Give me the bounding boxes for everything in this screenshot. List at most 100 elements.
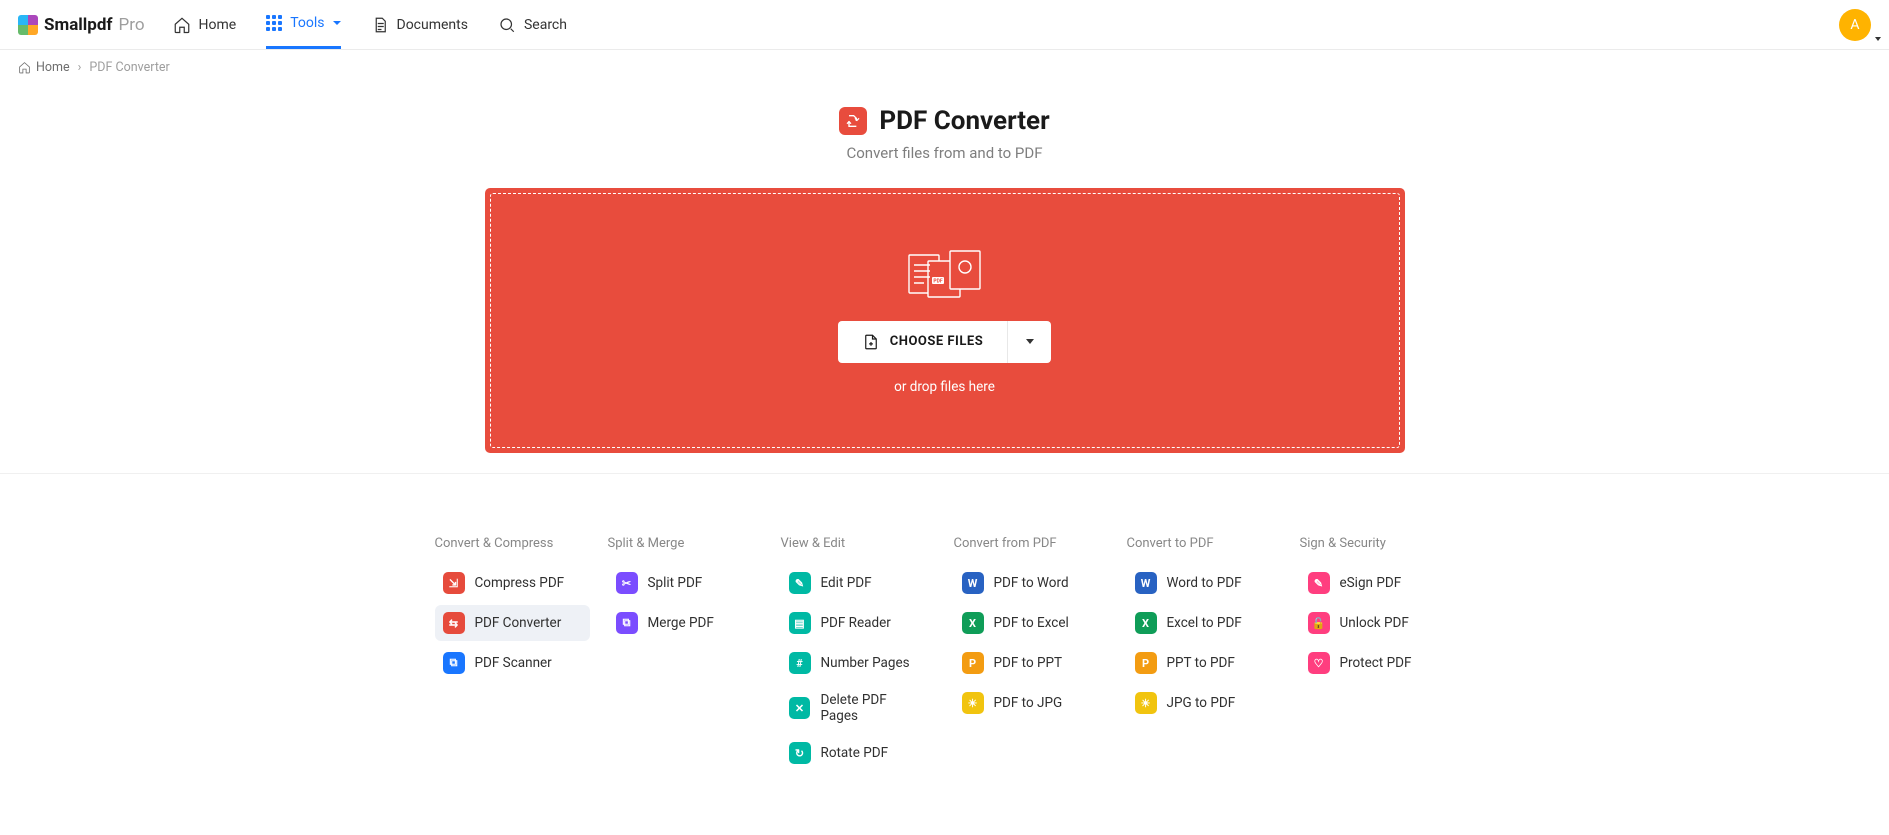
tool-item-label: JPG to PDF: [1167, 695, 1236, 711]
nav-home-label: Home: [199, 17, 237, 33]
dropzone-illustration-icon: PDF: [906, 247, 984, 303]
tool-tile-icon: X: [962, 612, 984, 634]
tool-item-label: Merge PDF: [648, 615, 714, 631]
tool-column: Sign & Security ✎ eSign PDF 🔓Unlock PDF ♡ Pro…: [1300, 536, 1455, 775]
page-subtitle: Convert files from and to PDF: [846, 144, 1042, 162]
breadcrumb-home[interactable]: Home: [18, 60, 70, 75]
nav-tools-label: Tools: [290, 15, 324, 31]
nav-home[interactable]: Home: [173, 0, 237, 49]
tool-item[interactable]: ↻Rotate PDF: [781, 735, 936, 771]
tool-item-label: PDF to Word: [994, 575, 1069, 591]
avatar-initial: A: [1850, 17, 1859, 33]
top-nav: Smallpdf Pro Home Tools Documents Search…: [0, 0, 1889, 50]
tool-item[interactable]: ✕ Delete PDF Pages: [781, 685, 936, 731]
home-icon: [18, 61, 31, 74]
choose-files-group: CHOOSE FILES: [838, 321, 1051, 363]
tool-column-title: Convert from PDF: [954, 536, 1109, 551]
tool-tile-icon: ✎: [1308, 572, 1330, 594]
tool-item[interactable]: ☀ JPG to PDF: [1127, 685, 1282, 721]
tool-column: View & Edit ✎ Edit PDF ▤PDF Reader #Number P…: [781, 536, 936, 775]
tool-column-title: Convert to PDF: [1127, 536, 1282, 551]
tool-item[interactable]: ⧉PDF Scanner: [435, 645, 590, 681]
breadcrumb-current: PDF Converter: [89, 60, 169, 75]
tool-column: Convert & Compress ⇲ Compress PDF ⇆ PDF Conv…: [435, 536, 590, 775]
tool-tile-icon: X: [1135, 612, 1157, 634]
tool-item[interactable]: WWord to PDF: [1127, 565, 1282, 601]
logo-mark-icon: [18, 15, 38, 35]
tool-tile-icon: ↻: [789, 742, 811, 764]
tool-item-label: Edit PDF: [821, 575, 872, 591]
tool-tile-icon: ⧉: [616, 612, 638, 634]
account-avatar[interactable]: A: [1839, 9, 1871, 41]
tool-item[interactable]: 🔓Unlock PDF: [1300, 605, 1455, 641]
hero: PDF Converter Convert files from and to …: [0, 106, 1889, 453]
tool-item[interactable]: PPDF to PPT: [954, 645, 1109, 681]
tool-tile-icon: ✕: [789, 697, 811, 719]
tool-item[interactable]: ▤PDF Reader: [781, 605, 936, 641]
nav-documents-label: Documents: [397, 17, 468, 33]
page-title: PDF Converter: [879, 106, 1049, 136]
tool-tile-icon: W: [962, 572, 984, 594]
nav-tools[interactable]: Tools: [266, 0, 340, 49]
tool-tile-icon: ♡: [1308, 652, 1330, 674]
dropzone-hint: or drop files here: [894, 379, 995, 395]
nav-search[interactable]: Search: [498, 0, 567, 49]
tool-tile-icon: P: [1135, 652, 1157, 674]
tool-item-label: PDF Scanner: [475, 655, 552, 671]
documents-icon: [371, 16, 389, 34]
tool-item-label: PDF Converter: [475, 615, 562, 631]
tool-item[interactable]: ♡ Protect PDF: [1300, 645, 1455, 681]
tool-tile-icon: ✎: [789, 572, 811, 594]
svg-text:PDF: PDF: [933, 278, 942, 284]
tool-item[interactable]: W PDF to Word: [954, 565, 1109, 601]
tool-column-title: Convert & Compress: [435, 536, 590, 551]
file-add-icon: [862, 333, 880, 351]
tool-column-title: Sign & Security: [1300, 536, 1455, 551]
tool-tile-icon: ⇲: [443, 572, 465, 594]
tool-item-label: PPT to PDF: [1167, 655, 1235, 671]
tool-tile-icon: ✂: [616, 572, 638, 594]
breadcrumb: Home › PDF Converter: [0, 50, 1889, 86]
breadcrumb-separator: ›: [78, 60, 82, 75]
tool-tile-icon: 🔓: [1308, 612, 1330, 634]
tools-grid: Convert & Compress ⇲ Compress PDF ⇆ PDF Conv…: [435, 536, 1455, 775]
tool-item[interactable]: XPDF to Excel: [954, 605, 1109, 641]
tool-column-title: Split & Merge: [608, 536, 763, 551]
plan-badge: Pro: [119, 15, 145, 35]
dropzone-inner[interactable]: PDF CHOOSE FILES or drop files here: [490, 193, 1400, 448]
tool-item-label: Delete PDF Pages: [820, 692, 927, 724]
tool-item[interactable]: ⇲ Compress PDF: [435, 565, 590, 601]
tool-tile-icon: ☀: [1135, 692, 1157, 714]
tool-item[interactable]: ⇆ PDF Converter: [435, 605, 590, 641]
tool-tile-icon: W: [1135, 572, 1157, 594]
tool-item[interactable]: ☀PDF to JPG: [954, 685, 1109, 721]
choose-files-dropdown[interactable]: [1007, 321, 1051, 363]
tool-item-label: eSign PDF: [1340, 575, 1402, 591]
tool-item[interactable]: ✂ Split PDF: [608, 565, 763, 601]
tool-item[interactable]: #Number Pages: [781, 645, 936, 681]
nav-documents[interactable]: Documents: [371, 0, 468, 49]
dropzone[interactable]: PDF CHOOSE FILES or drop files here: [485, 188, 1405, 453]
tool-tile-icon: ☀: [962, 692, 984, 714]
tool-item[interactable]: P PPT to PDF: [1127, 645, 1282, 681]
tool-item[interactable]: ✎ eSign PDF: [1300, 565, 1455, 601]
brand-name: Smallpdf: [44, 15, 113, 35]
page-title-row: PDF Converter: [839, 106, 1049, 136]
brand-logo[interactable]: Smallpdf Pro: [18, 15, 145, 35]
home-icon: [173, 16, 191, 34]
choose-files-button[interactable]: CHOOSE FILES: [838, 321, 1007, 363]
tool-item-label: Protect PDF: [1340, 655, 1412, 671]
tool-item[interactable]: ⧉ Merge PDF: [608, 605, 763, 641]
tool-item-label: PDF to PPT: [994, 655, 1063, 671]
search-icon: [498, 16, 516, 34]
tool-tile-icon: ▤: [789, 612, 811, 634]
tool-item[interactable]: X Excel to PDF: [1127, 605, 1282, 641]
tool-item-label: Split PDF: [648, 575, 703, 591]
tool-item[interactable]: ✎ Edit PDF: [781, 565, 936, 601]
tool-item-label: Compress PDF: [475, 575, 565, 591]
tool-item-label: Excel to PDF: [1167, 615, 1242, 631]
tool-tile-icon: ⇆: [443, 612, 465, 634]
tool-column-title: View & Edit: [781, 536, 936, 551]
chevron-down-icon: [333, 21, 341, 25]
tool-column: Split & Merge ✂ Split PDF ⧉ Merge PDF: [608, 536, 763, 775]
